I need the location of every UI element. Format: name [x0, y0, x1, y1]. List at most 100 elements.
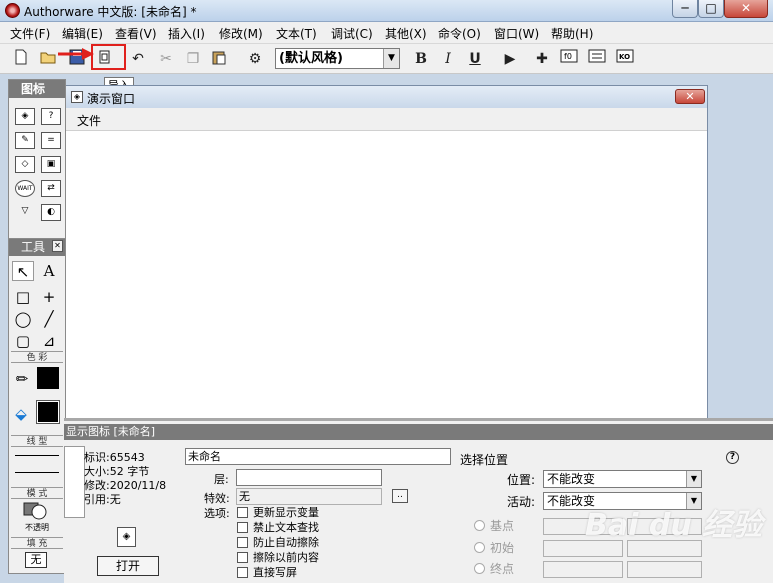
- minimize-button[interactable]: ─: [672, 0, 698, 18]
- help-button[interactable]: ?: [726, 451, 739, 464]
- bold-button[interactable]: B: [410, 49, 432, 69]
- color-section-label: 色 彩: [11, 351, 63, 363]
- end-radio[interactable]: [474, 563, 485, 574]
- pointer-tool-icon[interactable]: ↖: [12, 261, 34, 281]
- framework-icon[interactable]: ▣: [41, 156, 61, 173]
- text-style-select[interactable]: (默认风格) ▼: [275, 48, 400, 69]
- position-value: 不能改变: [547, 472, 596, 486]
- icon-palette-title[interactable]: 图标: [9, 80, 65, 98]
- cut-icon[interactable]: ✂: [155, 49, 177, 69]
- interaction-icon[interactable]: ⇄: [41, 180, 61, 197]
- motion-icon[interactable]: ?: [41, 108, 61, 125]
- initial-radio[interactable]: [474, 542, 485, 553]
- update-variables-label: 更新显示变量: [253, 506, 319, 519]
- decision-icon[interactable]: WAIT: [15, 180, 35, 197]
- tools-palette-title[interactable]: 工具 ✕: [9, 239, 65, 256]
- rounded-rectangle-tool-icon[interactable]: ▢: [12, 331, 34, 351]
- functions-icon[interactable]: f0: [558, 49, 580, 69]
- find-icon[interactable]: ⚙: [244, 49, 266, 69]
- run-icon[interactable]: ▶: [499, 49, 521, 69]
- effect-browse-button[interactable]: ..: [392, 489, 408, 503]
- copy-icon[interactable]: ❐: [182, 49, 204, 69]
- chevron-down-icon[interactable]: ▼: [686, 471, 701, 487]
- polygon-tool-icon[interactable]: ⊿: [38, 331, 60, 351]
- calculation-icon[interactable]: ▽: [15, 204, 35, 221]
- exclude-text-search-checkbox[interactable]: [237, 522, 248, 533]
- menu-file[interactable]: 文件(F): [10, 25, 50, 42]
- icon-preview: [64, 446, 85, 518]
- stroke-color-swatch[interactable]: [37, 367, 59, 389]
- presentation-window-titlebar[interactable]: ◈ 演示窗口 ✕: [65, 86, 707, 108]
- menu-view[interactable]: 查看(V): [115, 25, 157, 42]
- presentation-menu-bar: 文件: [65, 108, 707, 130]
- presentation-menu-file[interactable]: 文件: [77, 112, 101, 129]
- layer-field[interactable]: [236, 469, 382, 486]
- open-button[interactable]: 打开: [97, 556, 159, 576]
- direct-to-screen-checkbox[interactable]: [237, 567, 248, 578]
- position-select[interactable]: 不能改变 ▼: [543, 470, 702, 488]
- fill-color-swatch[interactable]: [36, 400, 60, 424]
- position-label: 位置:: [507, 473, 536, 487]
- effect-label: 特效:: [204, 492, 230, 505]
- presentation-close-button[interactable]: ✕: [675, 89, 705, 104]
- effect-field: 无: [236, 488, 382, 505]
- close-icon[interactable]: ✕: [52, 240, 63, 252]
- erase-previous-checkbox[interactable]: [237, 552, 248, 563]
- prevent-auto-erase-checkbox[interactable]: [237, 537, 248, 548]
- line-style-medium[interactable]: [15, 472, 59, 473]
- options-label: 选项:: [204, 507, 230, 520]
- display-icon: ◈: [71, 91, 83, 103]
- line-section-label: 线 型: [11, 435, 63, 447]
- text-tool-icon[interactable]: A: [38, 261, 60, 281]
- menu-insert[interactable]: 插入(I): [168, 25, 205, 42]
- rectangle-tool-icon[interactable]: □: [12, 287, 34, 307]
- erase-icon[interactable]: ✎: [15, 132, 35, 149]
- chevron-down-icon[interactable]: ▼: [383, 49, 399, 68]
- paste-icon[interactable]: [208, 49, 230, 69]
- fill-pattern-none[interactable]: 无: [25, 552, 47, 568]
- navigate-icon[interactable]: ◇: [15, 156, 35, 173]
- svg-text:KO: KO: [619, 53, 630, 61]
- text-style-value: (默认风格): [279, 51, 343, 66]
- presentation-canvas[interactable]: [65, 130, 707, 418]
- base-label: 基点: [490, 519, 515, 533]
- base-radio[interactable]: [474, 520, 485, 531]
- ellipse-tool-icon[interactable]: ◯: [12, 309, 34, 329]
- menu-debug[interactable]: 调试(C): [331, 25, 373, 42]
- paint-bucket-icon[interactable]: ⬙: [10, 404, 32, 424]
- update-variables-checkbox[interactable]: [237, 507, 248, 518]
- watermark-logo: Bai du 经验: [585, 508, 763, 543]
- layer-label: 层:: [214, 473, 229, 486]
- open-icon[interactable]: [38, 49, 60, 69]
- control-panel-icon[interactable]: ✚: [531, 49, 553, 69]
- menu-help[interactable]: 帮助(H): [551, 25, 593, 42]
- title-bar: Authorware 中文版: [未命名] * ─ □ ✕: [0, 0, 773, 22]
- maximize-button[interactable]: □: [698, 0, 724, 18]
- line-tool-icon[interactable]: ╱: [38, 309, 60, 329]
- mode-icon[interactable]: [23, 502, 49, 520]
- pencil-icon[interactable]: ✏: [11, 369, 33, 389]
- menu-other[interactable]: 其他(X): [385, 25, 427, 42]
- variables-icon[interactable]: [586, 49, 608, 69]
- presentation-window-title: 演示窗口: [87, 92, 136, 106]
- menu-edit[interactable]: 编辑(E): [62, 25, 103, 42]
- underline-button[interactable]: U: [464, 49, 486, 69]
- close-button[interactable]: ✕: [724, 0, 768, 18]
- map-icon[interactable]: ◐: [41, 204, 61, 221]
- menu-modify[interactable]: 修改(M): [219, 25, 263, 42]
- end-label: 终点: [490, 562, 515, 576]
- new-icon[interactable]: [10, 49, 32, 69]
- properties-header: 显示图标 [未命名]: [64, 424, 773, 440]
- menu-text[interactable]: 文本(T): [276, 25, 317, 42]
- italic-button[interactable]: I: [437, 49, 459, 69]
- display-icon[interactable]: ◈: [15, 108, 35, 125]
- knowledge-objects-icon[interactable]: KO: [614, 49, 636, 69]
- menu-window[interactable]: 窗口(W): [494, 25, 539, 42]
- wait-icon[interactable]: =: [41, 132, 61, 149]
- crosshair-tool-icon[interactable]: +: [38, 287, 60, 307]
- line-style-thin[interactable]: [15, 455, 59, 456]
- icon-name-field[interactable]: 未命名: [185, 448, 451, 465]
- direct-to-screen-label: 直接写屏: [253, 566, 297, 579]
- undo-icon[interactable]: ↶: [127, 49, 149, 69]
- menu-commands[interactable]: 命令(O): [438, 25, 481, 42]
